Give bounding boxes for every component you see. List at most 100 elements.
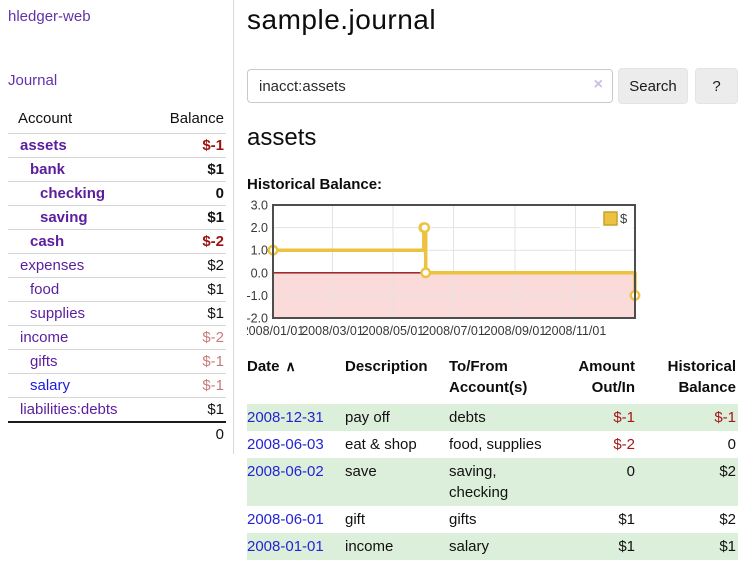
page-title: sample.journal	[247, 4, 436, 36]
account-link[interactable]: cash	[8, 233, 64, 250]
transaction-date-link[interactable]: 2008-01-01	[247, 538, 324, 555]
legend-swatch-icon	[604, 212, 617, 225]
search-input[interactable]	[247, 69, 613, 103]
account-balance: $1	[152, 302, 226, 326]
transaction-amount: 0	[561, 458, 643, 506]
main-content: sample.journal × Search ? assets Histori…	[247, 0, 742, 582]
transaction-balance: $-1	[643, 404, 738, 431]
accounts-total-value: 0	[152, 422, 226, 446]
x-tick-label: 2008/03/01	[301, 324, 364, 338]
account-balance: $1	[152, 158, 226, 182]
transaction-accounts: food, supplies	[449, 431, 561, 458]
search-button[interactable]: Search	[618, 68, 688, 104]
y-tick-label: 1.0	[251, 244, 268, 258]
transaction-row: 2008-01-01incomesalary$1$1	[247, 533, 738, 560]
account-balance: 0	[152, 182, 226, 206]
transaction-date-link[interactable]: 2008-12-31	[247, 409, 324, 426]
account-row: assets$-1	[8, 134, 226, 158]
y-tick-label: 0.0	[251, 266, 268, 280]
account-balance: $-2	[152, 230, 226, 254]
account-link[interactable]: assets	[8, 137, 67, 154]
chart-heading: Historical Balance:	[247, 176, 382, 193]
account-link[interactable]: gifts	[8, 353, 58, 370]
account-link[interactable]: salary	[8, 377, 70, 394]
register-table: Date∧ Description To/From Account(s) Amo…	[247, 356, 738, 560]
transaction-amount: $1	[561, 533, 643, 560]
account-balance: $-2	[152, 326, 226, 350]
transaction-date-link[interactable]: 2008-06-02	[247, 463, 324, 480]
transaction-date-link[interactable]: 2008-06-01	[247, 511, 324, 528]
transaction-description: save	[345, 458, 449, 506]
x-tick-label: 2008/09/01	[484, 324, 547, 338]
register-header-date: Date∧	[247, 356, 345, 404]
account-row: food $1	[8, 278, 226, 302]
account-link[interactable]: checking	[8, 185, 105, 202]
account-row: cash $-2	[8, 230, 226, 254]
accounts-header-account: Account	[8, 106, 152, 134]
account-link[interactable]: liabilities:debts	[8, 401, 118, 418]
transaction-row: 2008-06-03 eat & shopfood, supplies$-20	[247, 431, 738, 458]
account-link[interactable]: expenses	[8, 257, 84, 274]
transaction-balance: 0	[643, 431, 738, 458]
account-link[interactable]: food	[8, 281, 59, 298]
x-tick-label: 2008/05/01	[362, 324, 425, 338]
transaction-amount: $-2	[561, 431, 643, 458]
account-row: supplies $1	[8, 302, 226, 326]
account-row: gifts $-1	[8, 350, 226, 374]
account-link[interactable]: income	[8, 329, 68, 346]
account-row: income $-2	[8, 326, 226, 350]
legend-label: $	[620, 211, 628, 226]
transaction-balance: $2	[643, 506, 738, 533]
y-tick-label: 2.0	[251, 221, 268, 235]
account-balance: $-1	[152, 374, 226, 398]
account-row: checking 0	[8, 182, 226, 206]
register-header-accounts: To/From Account(s)	[449, 356, 561, 404]
transaction-accounts: saving, checking	[449, 458, 561, 506]
transaction-accounts: gifts	[449, 506, 561, 533]
sidebar: hledger-web Journal Account Balance asse…	[0, 0, 234, 454]
account-row: saving $1	[8, 206, 226, 230]
historical-balance-chart[interactable]: $3.02.01.00.0-1.0-2.02008/01/012008/03/0…	[247, 198, 742, 348]
x-tick-label: 2008/01/01	[247, 324, 304, 338]
account-link[interactable]: saving	[8, 209, 88, 226]
account-link[interactable]: bank	[8, 161, 65, 178]
register-table-body: 2008-12-31pay offdebts$-1$-12008-06-03ea…	[247, 404, 738, 560]
transaction-row: 2008-06-02 savesaving, checking0$2	[247, 458, 738, 506]
account-balance: $-1	[152, 350, 226, 374]
transaction-description: income	[345, 533, 449, 560]
transaction-balance: $1	[643, 533, 738, 560]
sidebar-item-journal[interactable]: Journal	[8, 72, 225, 89]
account-row: salary $-1	[8, 374, 226, 398]
account-link[interactable]: supplies	[8, 305, 85, 322]
app-title-link[interactable]: hledger-web	[8, 8, 91, 25]
transaction-description: pay off	[345, 404, 449, 431]
transaction-description: eat & shop	[345, 431, 449, 458]
chart-canvas[interactable]: $3.02.01.00.0-1.0-2.02008/01/012008/03/0…	[247, 198, 742, 348]
account-balance: $1	[152, 278, 226, 302]
x-tick-label: 2008/11/01	[545, 324, 607, 338]
clear-search-icon[interactable]: ×	[594, 76, 603, 94]
help-button[interactable]: ?	[695, 68, 738, 104]
y-tick-label: -1.0	[247, 289, 268, 303]
register-header-description: Description	[345, 356, 449, 404]
transaction-row: 2008-06-01giftgifts$1$2	[247, 506, 738, 533]
accounts-header-balance: Balance	[152, 106, 226, 134]
transaction-accounts: debts	[449, 404, 561, 431]
account-row: expenses$2	[8, 254, 226, 278]
account-heading: assets	[247, 124, 316, 152]
transaction-row: 2008-12-31pay offdebts$-1$-1	[247, 404, 738, 431]
transaction-balance: $2	[643, 458, 738, 506]
account-balance: $1	[152, 398, 226, 423]
data-point-marker	[421, 223, 429, 231]
register-header-balance: Historical Balance	[643, 356, 738, 404]
search-row: × Search ?	[247, 68, 742, 104]
accounts-table: Account Balance assets$-1bank$1checking0…	[8, 106, 226, 446]
transaction-date-link[interactable]: 2008-06-03	[247, 436, 324, 453]
y-tick-label: 3.0	[251, 199, 268, 213]
x-tick-label: 2008/07/01	[422, 324, 485, 338]
accounts-total-row: 0	[8, 422, 226, 446]
account-row: bank $1	[8, 158, 226, 182]
transaction-accounts: salary	[449, 533, 561, 560]
transaction-description: gift	[345, 506, 449, 533]
account-balance: $1	[152, 206, 226, 230]
